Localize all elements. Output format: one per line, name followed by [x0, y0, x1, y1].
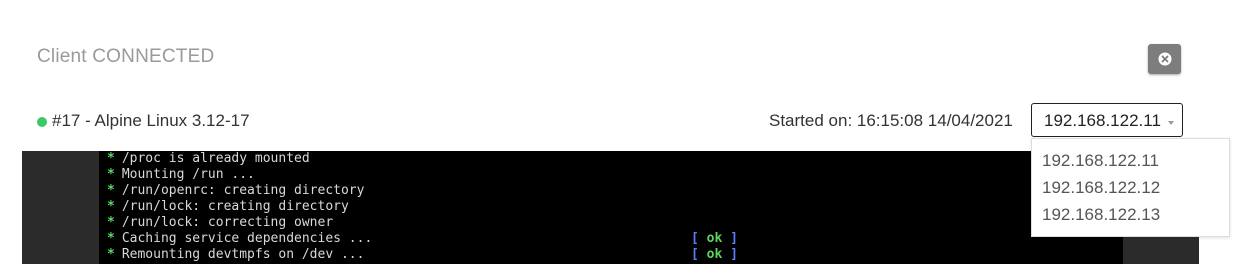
- ip-option[interactable]: 192.168.122.13: [1042, 205, 1160, 225]
- ip-option[interactable]: 192.168.122.12: [1042, 178, 1160, 198]
- console-ok-status: [ ok ]: [691, 247, 738, 262]
- ip-option[interactable]: 192.168.122.11: [1042, 151, 1159, 171]
- console-line: */run/lock: creating directory: [107, 199, 349, 214]
- ip-select[interactable]: 192.168.122.11: [1031, 103, 1183, 137]
- close-circle-icon: [1158, 52, 1171, 66]
- page-title: Client CONNECTED: [37, 46, 215, 67]
- console-screen[interactable]: */proc is already mounted * Mounting /run…: [99, 151, 1123, 264]
- close-button[interactable]: [1148, 44, 1181, 74]
- console-line: */run/openrc: creating directory: [107, 183, 365, 198]
- ip-select-value: 192.168.122.11: [1044, 111, 1161, 130]
- console-line: * Mounting /run ...: [107, 167, 255, 182]
- status-indicator: [37, 117, 47, 127]
- vm-name: #17 - Alpine Linux 3.12-17: [52, 111, 250, 130]
- console-line: */proc is already mounted: [107, 151, 310, 166]
- chevron-down-icon: [1168, 121, 1174, 125]
- console-line: * Caching service dependencies ...: [107, 231, 373, 246]
- started-timestamp: Started on: 16:15:08 14/04/2021: [769, 111, 1013, 130]
- ip-dropdown-menu: 192.168.122.11 192.168.122.12 192.168.12…: [1031, 138, 1230, 237]
- console-ok-status: [ ok ]: [691, 231, 738, 246]
- console-line: */run/lock: correcting owner: [107, 215, 334, 230]
- console-line: * Remounting devtmpfs on /dev ...: [107, 247, 365, 262]
